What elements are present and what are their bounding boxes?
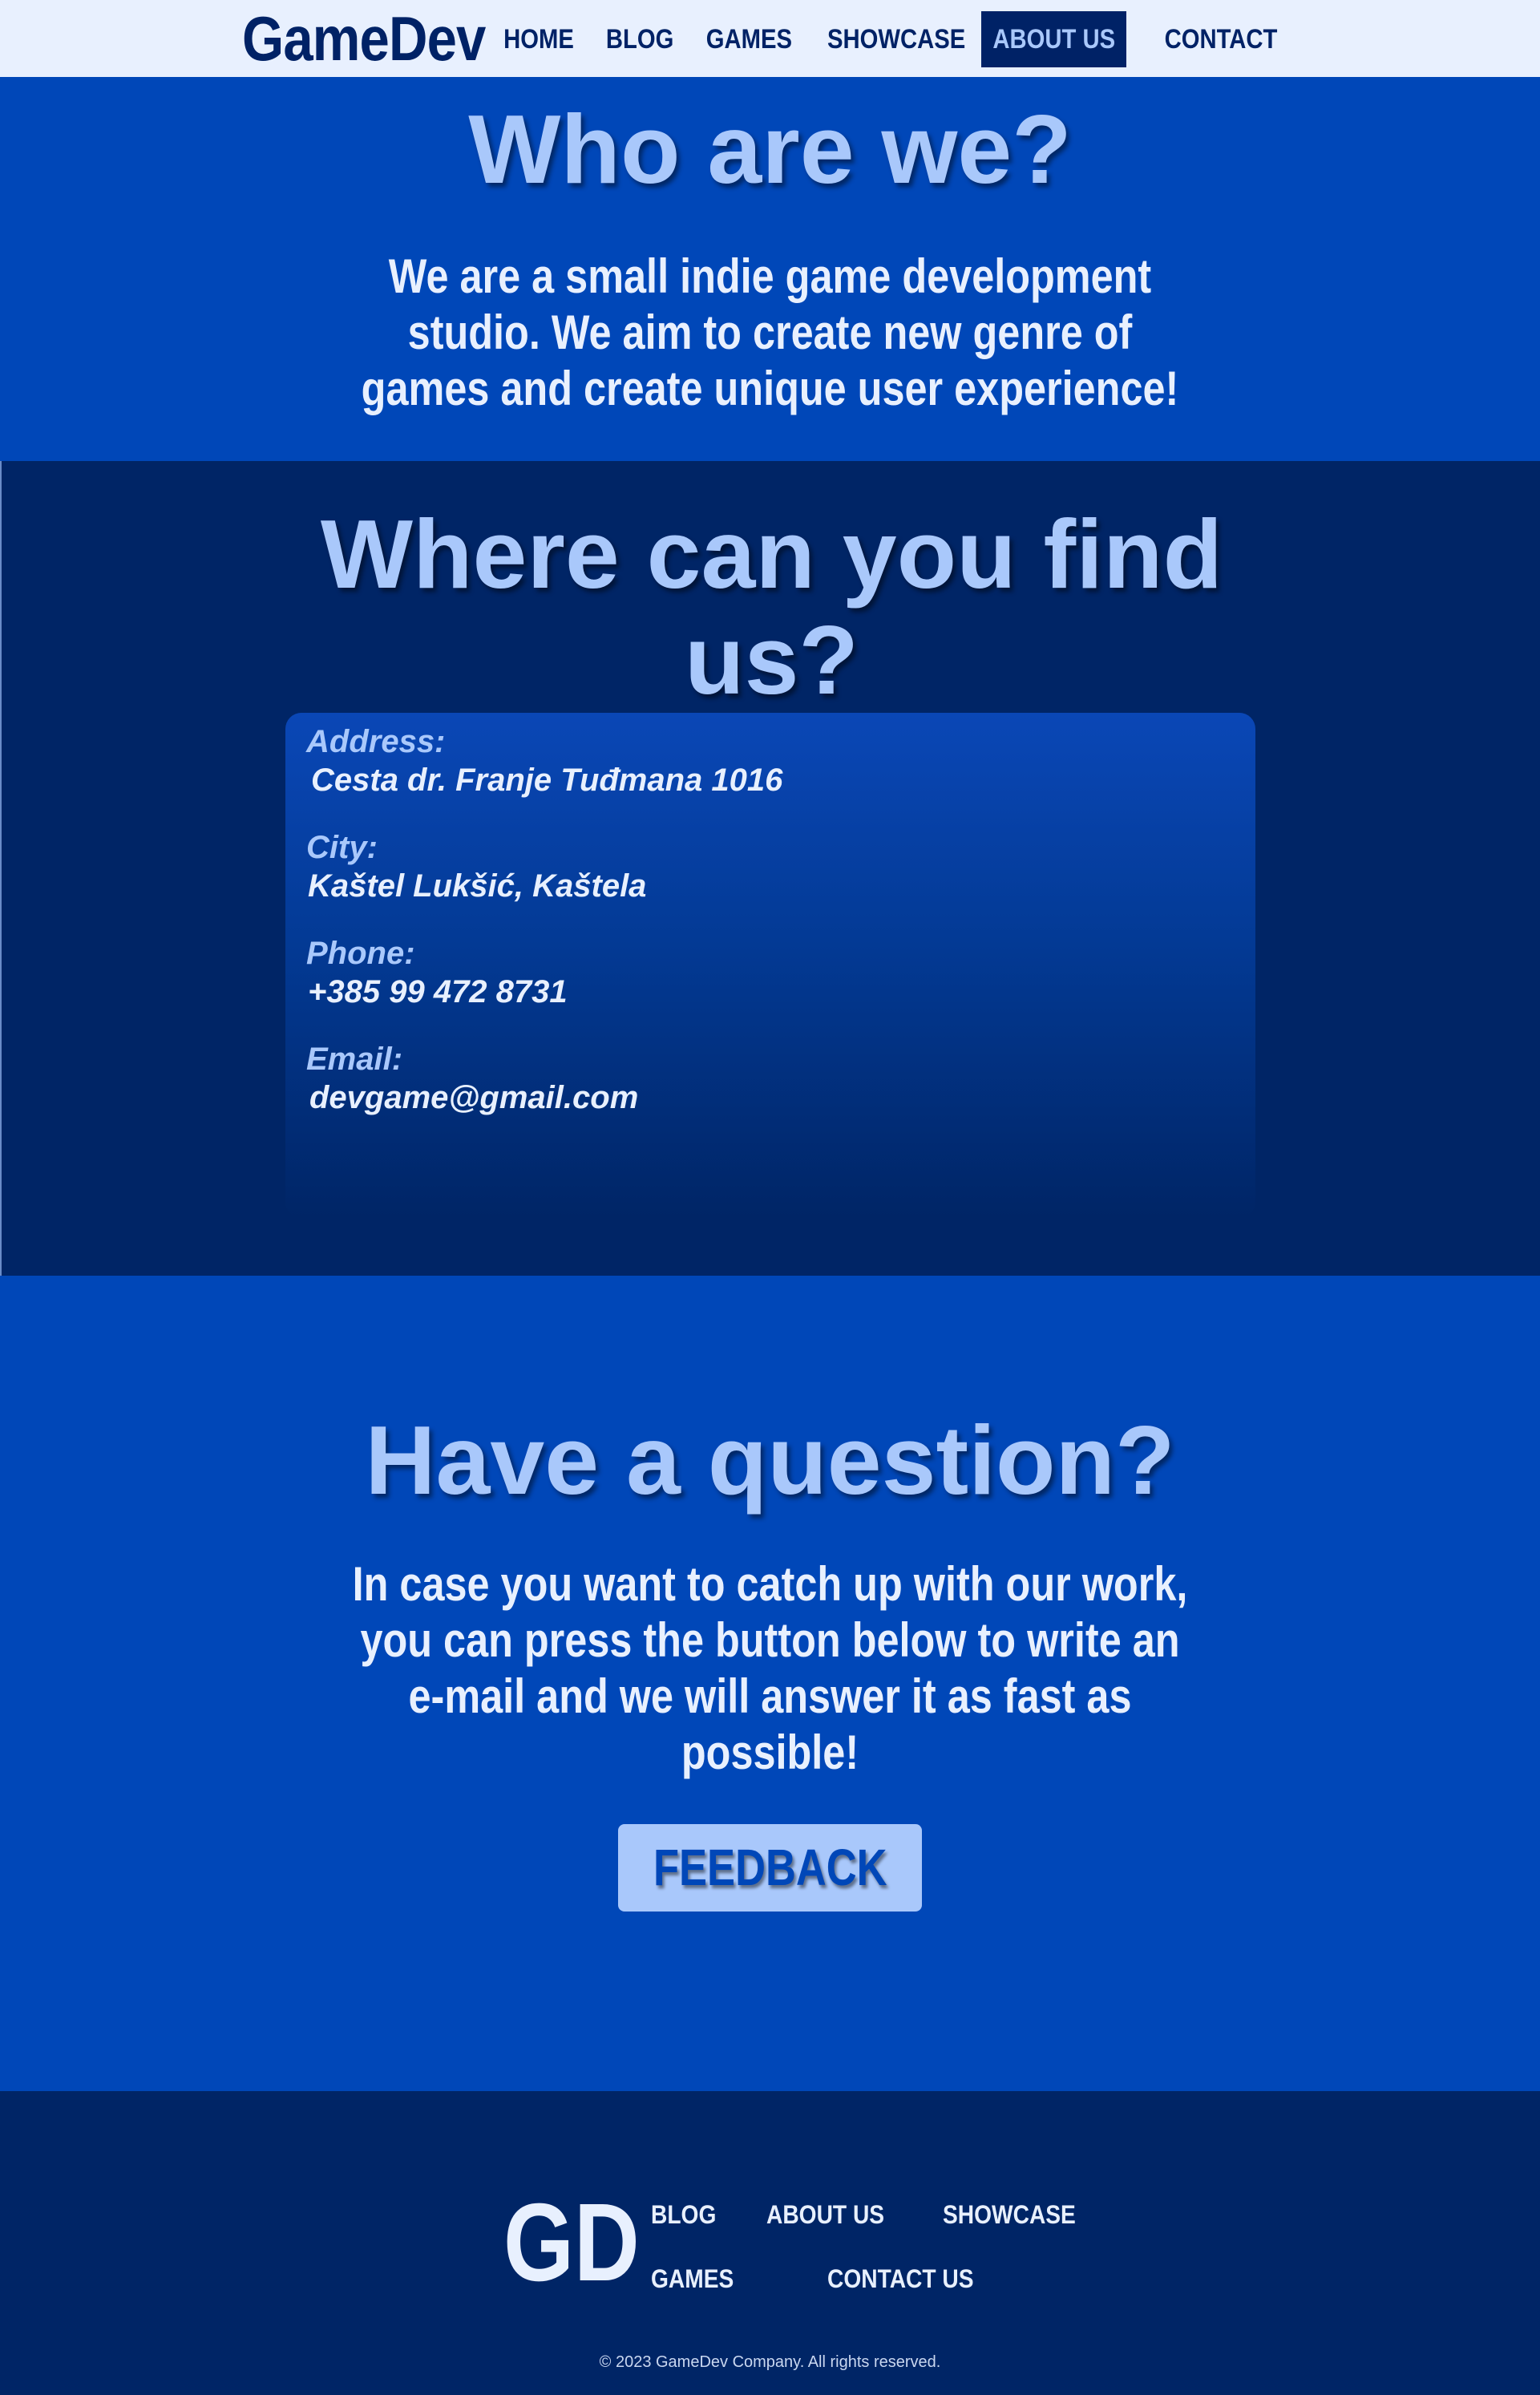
- site-footer: GD BLOG ABOUT US SHOWCASE GAMES CONTACT …: [0, 2091, 1540, 2395]
- email-label: Email:: [306, 1042, 403, 1077]
- address-label: Address:: [306, 724, 446, 759]
- who-heading: Who are we?: [468, 95, 1072, 204]
- nav-home[interactable]: HOME: [492, 11, 585, 67]
- city-value: Kaštel Lukšić, Kaštela: [308, 868, 647, 904]
- where-heading-line1: Where can you find: [320, 500, 1223, 609]
- footer-link-blog[interactable]: BLOG: [651, 2200, 716, 2230]
- where-heading: Where can you find us?: [2, 501, 1540, 713]
- email-value[interactable]: devgame@gmail.com: [309, 1080, 638, 1116]
- nav-showcase[interactable]: SHOWCASE: [816, 11, 970, 67]
- top-navbar: GameDev HOME BLOG GAMES SHOWCASE ABOUT U…: [0, 0, 1540, 111]
- city-label: City:: [306, 830, 378, 865]
- nav-games[interactable]: GAMES: [694, 11, 803, 67]
- copyright-text: © 2023 GameDev Company. All rights reser…: [599, 2353, 941, 2371]
- footer-link-games[interactable]: GAMES: [651, 2264, 734, 2294]
- contact-info-card: Address: Cesta dr. Franje Tuđmana 1016 C…: [285, 713, 1255, 1218]
- nav-contact-us[interactable]: CONTACT US: [1137, 11, 1305, 111]
- footer-link-about-us[interactable]: ABOUT US: [766, 2200, 884, 2230]
- question-heading: Have a question?: [365, 1406, 1175, 1515]
- where-section: Where can you find us? Address: Cesta dr…: [0, 461, 1540, 1276]
- feedback-button[interactable]: FEEDBACK: [618, 1824, 922, 1912]
- nav-about-us[interactable]: ABOUT US: [981, 11, 1126, 67]
- phone-value: +385 99 472 8731: [308, 974, 568, 1009]
- footer-link-showcase[interactable]: SHOWCASE: [943, 2200, 1076, 2230]
- site-logo[interactable]: GameDev: [242, 0, 486, 77]
- who-section: Who are we? We are a small indie game de…: [0, 77, 1540, 461]
- address-value: Cesta dr. Franje Tuđmana 1016: [311, 763, 783, 798]
- who-description: We are a small indie game development st…: [361, 249, 1179, 415]
- nav-blog[interactable]: BLOG: [596, 11, 683, 67]
- question-description: In case you want to catch up with our wo…: [352, 1557, 1188, 1779]
- where-heading-line2: us?: [685, 605, 859, 714]
- phone-label: Phone:: [306, 936, 415, 971]
- footer-link-contact-us[interactable]: CONTACT US: [827, 2264, 974, 2294]
- question-section: Have a question? In case you want to cat…: [0, 1276, 1540, 2091]
- footer-logo[interactable]: GD: [503, 2187, 640, 2298]
